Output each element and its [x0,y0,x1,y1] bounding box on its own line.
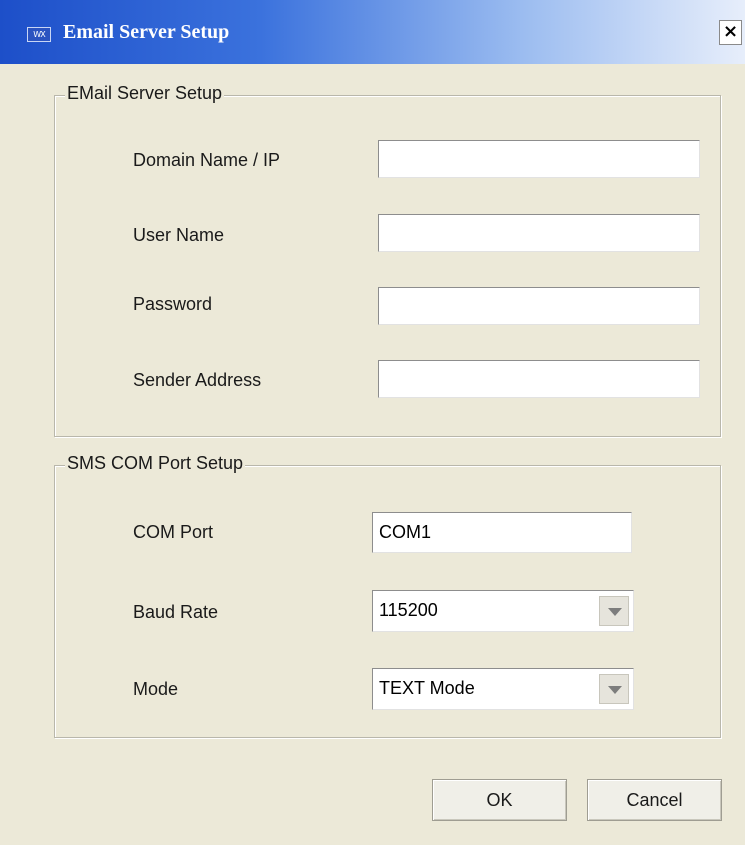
window-title: Email Server Setup [63,21,230,43]
baud-rate-value: 115200 [379,600,438,620]
user-name-label: User Name [133,225,225,245]
mode-select[interactable]: TEXT Mode [372,668,634,710]
sender-address-input[interactable] [378,360,700,398]
domain-name-input[interactable] [378,140,700,178]
mode-value: TEXT Mode [379,678,475,698]
sender-address-label: Sender Address [133,370,262,390]
baud-rate-label: Baud Rate [133,602,219,622]
close-button[interactable]: × [719,20,742,45]
mode-dropdown-arrow-icon[interactable] [599,674,629,704]
cancel-button[interactable]: Cancel [587,779,722,821]
email-server-setup-dialog: WX Email Server Setup × EMail Server Set… [0,0,745,845]
ok-button[interactable]: OK [432,779,567,821]
password-input[interactable] [378,287,700,325]
mode-label: Mode [133,679,179,699]
password-label: Password [133,294,213,314]
baud-rate-dropdown-arrow-icon[interactable] [599,596,629,626]
com-port-input[interactable]: COM1 [372,512,632,553]
email-server-group-legend: EMail Server Setup [65,83,225,104]
sms-com-port-group-legend: SMS COM Port Setup [65,453,246,474]
com-port-label: COM Port [133,522,214,542]
title-bar[interactable]: WX Email Server Setup × [0,0,745,64]
app-icon: WX [27,27,51,42]
user-name-input[interactable] [378,214,700,252]
baud-rate-select[interactable]: 115200 [372,590,634,632]
domain-name-label: Domain Name / IP [133,150,281,170]
com-port-value: COM1 [379,522,432,542]
